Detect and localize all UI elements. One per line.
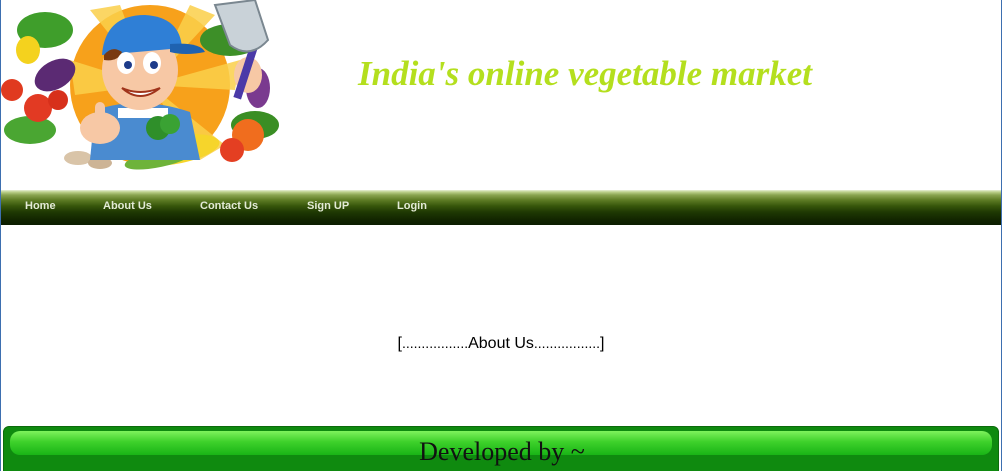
site-header: India's online vegetable market: [0, 0, 1002, 190]
nav-item-home[interactable]: Home: [25, 200, 56, 212]
nav-item-contact-us[interactable]: Contact Us: [200, 200, 258, 212]
farmer-vegetables-logo: [1, 0, 279, 170]
footer-credit-text: Developed by ~: [419, 437, 585, 466]
nav-item-login[interactable]: Login: [397, 200, 427, 212]
dots-right: .................: [533, 335, 601, 351]
nav-item-sign-up[interactable]: Sign UP: [307, 200, 349, 212]
about-us-title: About Us: [468, 335, 534, 352]
main-navigation: Home About Us Contact Us Sign UP Login: [0, 190, 1002, 225]
site-tagline: India's online vegetable market: [358, 54, 813, 93]
bracket-close: ]: [600, 335, 605, 352]
dots-left: .................: [401, 335, 469, 351]
page: India's online vegetable market Home Abo…: [0, 0, 1002, 471]
main-content: [.................About Us..............…: [0, 225, 1002, 425]
page-left-border: [0, 0, 1, 471]
site-footer: Developed by ~: [3, 426, 999, 471]
nav-item-about-us[interactable]: About Us: [103, 200, 152, 212]
about-us-heading: [.................About Us..............…: [0, 335, 1002, 353]
